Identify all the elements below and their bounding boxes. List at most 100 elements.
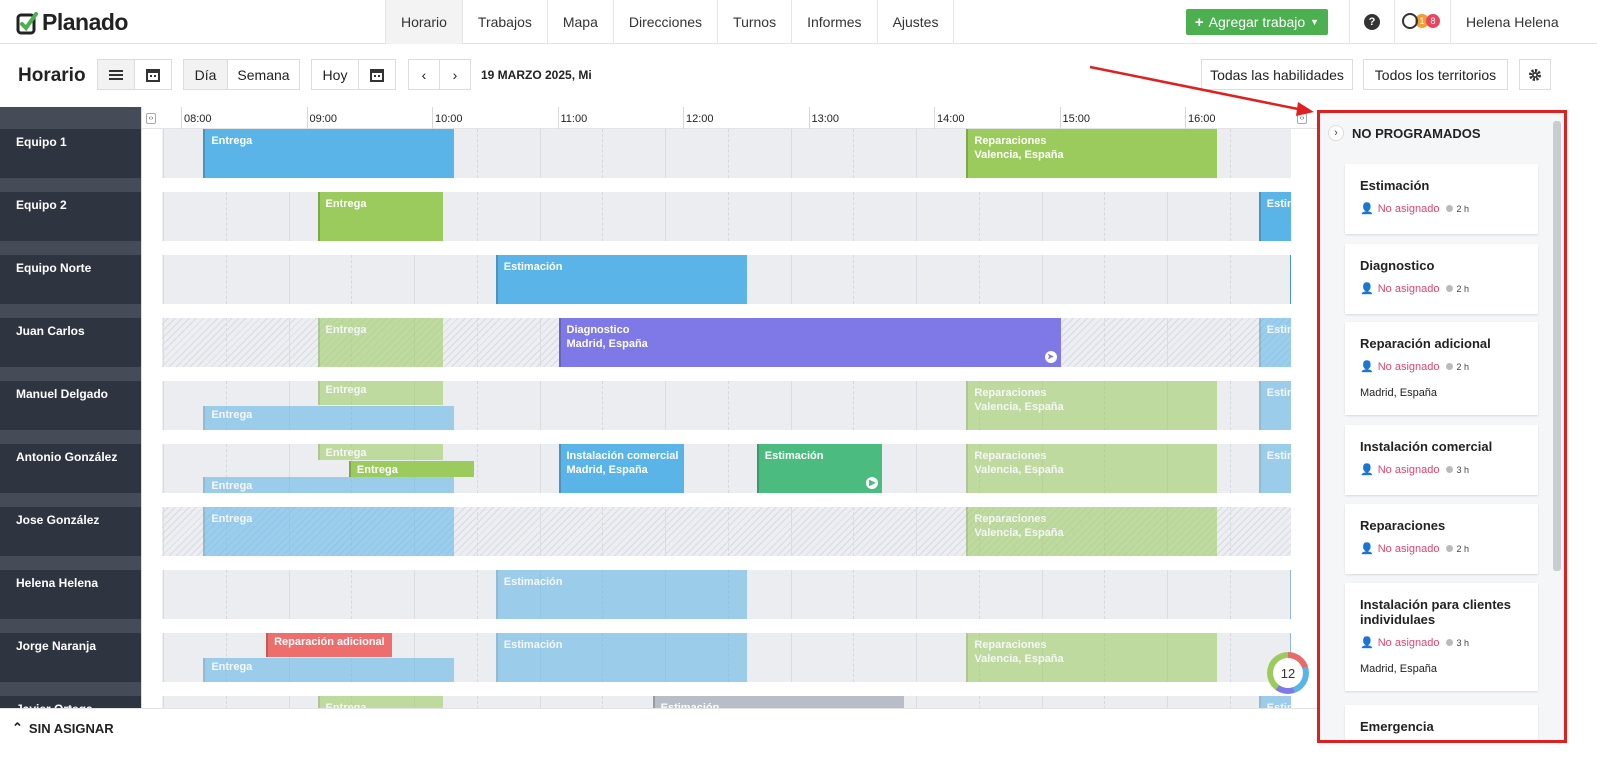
grid-line <box>602 696 604 708</box>
brand-logo[interactable]: Planado <box>16 9 128 36</box>
nav-tab-ajustes[interactable]: Ajustes <box>878 0 955 44</box>
nav-tab-trabajos[interactable]: Trabajos <box>463 0 548 44</box>
grid-line <box>414 570 415 619</box>
grid-line <box>727 507 729 556</box>
job-counter-widget[interactable]: 12 <box>1267 652 1309 694</box>
nav-tab-turnos[interactable]: Turnos <box>718 0 793 44</box>
job-block[interactable]: Entrega <box>203 129 455 178</box>
collapse-left-icon[interactable]: ‹› <box>146 113 156 124</box>
unscheduled-title: NO PROGRAMADOS <box>1352 125 1481 141</box>
unscheduled-job-card[interactable]: Diagnostico 👤 No asignado 2 h <box>1345 244 1538 314</box>
grid-line <box>225 696 227 708</box>
job-block[interactable]: Estimación <box>1258 318 1291 367</box>
job-block[interactable]: Estimación <box>1258 192 1291 241</box>
grid-line <box>163 381 164 430</box>
resource-label[interactable]: Jorge Naranja <box>0 633 141 682</box>
job-block[interactable]: Estimación <box>652 696 904 708</box>
add-job-button[interactable]: + Agregar trabajo ▼ <box>1186 9 1328 35</box>
unscheduled-job-card[interactable]: Reparaciones 👤 No asignado 2 h <box>1345 504 1538 574</box>
grid-line <box>916 192 917 241</box>
unscheduled-job-card[interactable]: Instalación para clientes individulaes 👤 N… <box>1345 583 1538 691</box>
user-menu[interactable]: Helena Helena <box>1466 14 1559 30</box>
resource-lane[interactable]: Entrega Reparaciones Valencia, España <box>162 507 1291 556</box>
nav-tab-mapa[interactable]: Mapa <box>548 0 614 44</box>
help-icon[interactable]: ? <box>1364 14 1380 30</box>
day-view-button[interactable]: Día <box>183 59 228 90</box>
nav-tab-direcciones[interactable]: Direcciones <box>614 0 719 44</box>
resource-label[interactable]: Manuel Delgado <box>0 381 141 430</box>
job-block[interactable]: Estimación <box>1258 444 1291 493</box>
job-block[interactable]: Estimación <box>1290 255 1291 304</box>
job-block[interactable]: Reparación adicional <box>266 633 392 657</box>
resource-label[interactable]: Javier Ortega <box>0 696 141 708</box>
job-block[interactable]: Reparaciones Valencia, España <box>966 381 1218 430</box>
nav-tab-informes[interactable]: Informes <box>792 0 878 44</box>
resource-label[interactable]: Antonio González <box>0 444 141 493</box>
calendar-view-button[interactable] <box>134 59 172 90</box>
week-view-button[interactable]: Semana <box>227 59 300 90</box>
job-block[interactable]: Reparaciones Valencia, España <box>966 633 1218 682</box>
job-block[interactable]: Diagnostico Madrid, España ➤ <box>558 318 1061 367</box>
job-block[interactable]: Instalación comercial Madrid, España <box>558 444 684 493</box>
panel-scrollbar[interactable] <box>1553 121 1561 571</box>
resource-label[interactable]: Jose González <box>0 507 141 556</box>
job-block[interactable]: Reparaciones Valencia, España <box>966 129 1218 178</box>
resource-lane[interactable]: Entrega Diagnostico Madrid, España ➤ Estimac… <box>162 318 1291 367</box>
grid-line <box>539 507 541 556</box>
job-block[interactable]: Entrega <box>317 318 444 367</box>
job-block[interactable]: Entrega <box>317 696 444 708</box>
unscheduled-job-card[interactable]: Instalación comercial 👤 No asignado 3 h <box>1345 425 1538 495</box>
grid-line <box>1104 696 1106 708</box>
job-block[interactable]: Reparaciones Valencia, España <box>966 507 1218 556</box>
job-block[interactable]: Entrega <box>317 192 444 241</box>
unscheduled-job-card[interactable]: Emergencia <box>1345 705 1538 740</box>
alert-badge: 8 <box>1426 14 1440 28</box>
job-block[interactable]: Entrega <box>317 444 444 460</box>
chevron-right-icon[interactable]: › <box>1328 125 1344 141</box>
settings-button[interactable] <box>1519 59 1551 90</box>
job-block[interactable]: Entrega <box>348 460 475 477</box>
job-block[interactable]: Estimación <box>495 570 747 619</box>
job-block[interactable]: Estimación <box>495 255 747 304</box>
resource-lane[interactable]: Estimación Estimación <box>162 255 1291 304</box>
grid-line <box>288 696 290 708</box>
resource-label[interactable]: Helena Helena <box>0 570 141 619</box>
resource-lane[interactable]: Estimación Estimación <box>162 570 1291 619</box>
nav-tab-horario[interactable]: Horario <box>386 0 463 44</box>
job-block[interactable]: Entrega <box>203 477 455 493</box>
job-block[interactable]: Entrega <box>203 657 455 682</box>
unscheduled-job-card[interactable]: Reparación adicional 👤 No asignado 2 h Madri… <box>1345 322 1538 415</box>
job-block[interactable]: Estimación <box>1258 381 1291 430</box>
resource-label[interactable]: Equipo 2 <box>0 192 141 241</box>
job-title: Entrega <box>211 408 253 421</box>
resource-lane[interactable]: Entrega Reparaciones Valencia, España <box>162 129 1291 178</box>
resource-label[interactable]: Juan Carlos <box>0 318 141 367</box>
collapse-right-icon[interactable]: ‹› <box>1297 113 1307 124</box>
unscheduled-job-card[interactable]: Estimación 👤 No asignado 2 h <box>1345 164 1538 234</box>
date-picker-button[interactable] <box>358 59 396 90</box>
notifications[interactable]: 1 8 <box>1402 13 1440 29</box>
job-block[interactable]: Entrega <box>317 381 444 405</box>
resource-lane[interactable]: Entrega Entrega Entrega Instalación comerci… <box>162 444 1291 493</box>
hour-divider <box>557 107 559 129</box>
next-day-button[interactable]: › <box>439 59 471 90</box>
job-block[interactable]: Estimación ▶ <box>756 444 883 493</box>
job-block[interactable]: Entrega <box>203 405 455 430</box>
resource-lane[interactable]: Entrega Estimación <box>162 192 1291 241</box>
job-block[interactable]: Reparaciones Valencia, España <box>966 444 1218 493</box>
resource-label[interactable]: Equipo 1 <box>0 129 141 178</box>
prev-day-button[interactable]: ‹ <box>408 59 440 90</box>
job-block[interactable]: Entrega <box>203 507 455 556</box>
resource-lane[interactable]: Reparación adicional Entrega Estimación Rep… <box>162 633 1291 682</box>
job-block[interactable]: Estimación <box>1258 696 1291 708</box>
job-block[interactable]: Estimación <box>1290 570 1291 619</box>
job-block[interactable]: Estimación <box>495 633 747 682</box>
today-button[interactable]: Hoy <box>311 59 359 90</box>
territories-filter-button[interactable]: Todos los territorios <box>1363 59 1508 90</box>
resource-lane[interactable]: Entrega Entrega Reparaciones Valencia, Espa… <box>162 381 1291 430</box>
list-view-button[interactable] <box>97 59 135 90</box>
skills-filter-button[interactable]: Todas las habilidades <box>1201 59 1353 90</box>
unassigned-bar[interactable]: ⌃ SIN ASIGNAR <box>0 708 1317 758</box>
resource-label[interactable]: Equipo Norte <box>0 255 141 304</box>
resource-lane[interactable]: Entrega Estimación Estimación <box>162 696 1291 708</box>
